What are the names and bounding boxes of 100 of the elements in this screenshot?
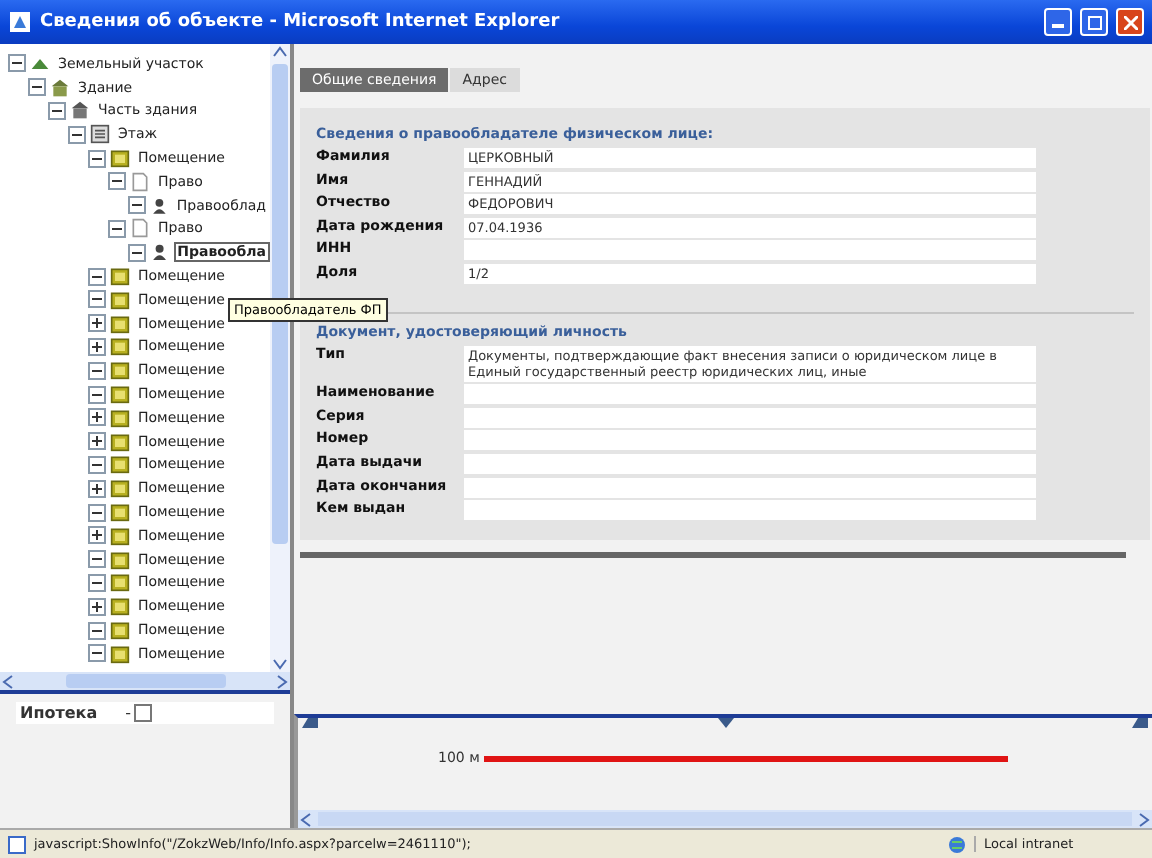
minus-icon [112,176,122,187]
window-title: Сведения об объекте - Microsoft Internet Explorer [40,12,562,32]
minus-icon [92,294,102,305]
collapse-toggle[interactable] [8,54,26,73]
collapse-toggle[interactable] [88,385,106,404]
folder-icon [110,384,130,405]
close-icon [1123,15,1137,29]
folder-icon [110,525,130,546]
scrollbar-thumb[interactable] [318,812,1132,826]
folder-icon [110,620,130,641]
scroll-up-icon[interactable] [272,44,288,60]
collapse-toggle[interactable] [88,361,106,380]
person-icon [150,242,170,263]
minus-icon [12,58,22,69]
collapse-toggle[interactable] [88,550,106,569]
maximize-button[interactable] [1080,8,1108,36]
minus-icon [92,389,102,400]
minus-icon [92,271,102,282]
minus-icon [92,459,102,470]
plus-icon [92,530,102,541]
collapse-toggle[interactable] [88,290,106,309]
minus-icon [92,625,102,636]
minus-icon [92,365,102,376]
plus-icon [92,341,102,352]
folder-icon [110,360,130,381]
layer-toggle[interactable]: - [125,704,151,722]
minus-icon [132,247,142,258]
triangle-marker-icon[interactable] [302,718,318,728]
plus-icon [92,483,102,494]
expand-toggle[interactable] [88,337,106,356]
horizontal-scrollbar[interactable] [0,672,290,690]
collapse-toggle[interactable] [108,172,126,191]
collapse-toggle[interactable] [68,125,86,144]
minimize-button[interactable] [1044,8,1072,36]
collapse-toggle[interactable] [88,573,106,592]
minus-icon [52,105,62,116]
collapse-toggle[interactable] [48,101,66,120]
minus-icon [92,507,102,518]
folder-icon [110,596,130,617]
collapse-toggle[interactable] [88,503,106,522]
minus-icon [92,577,102,588]
scroll-left-icon[interactable] [0,673,16,689]
folder-icon [110,643,130,664]
layer-checkbox[interactable] [133,704,151,722]
folder-icon [110,336,130,357]
maximize-icon [1087,15,1101,29]
layer-label: Ипотека [20,704,98,722]
triangle-marker-icon[interactable] [1132,718,1148,728]
minus-icon [72,129,82,140]
expand-toggle[interactable] [88,479,106,498]
minus-icon [92,648,102,659]
collapse-toggle[interactable] [88,455,106,474]
expand-toggle[interactable] [88,408,106,427]
minus-icon [32,82,42,93]
folder-icon [110,502,130,523]
collapse-toggle[interactable] [88,149,106,168]
expand-toggle[interactable] [88,432,106,451]
plus-icon [92,601,102,612]
folder-icon [110,266,130,287]
collapse-toggle[interactable] [28,78,46,97]
folder-icon [110,549,130,570]
triangle-marker-icon[interactable] [717,718,733,728]
plus-icon [92,318,102,329]
collapse-toggle[interactable] [128,243,146,262]
plus-icon [92,436,102,447]
page-icon [8,835,26,853]
folder-icon [110,431,130,452]
collapse-toggle[interactable] [108,219,126,238]
folder-icon [110,148,130,169]
scroll-down-icon[interactable] [272,656,288,672]
collapse-toggle[interactable] [88,267,106,286]
minus-icon [92,554,102,565]
scroll-right-icon[interactable] [274,673,290,689]
browser-page-icon [8,10,32,34]
expand-toggle[interactable] [88,314,106,333]
collapse-toggle[interactable] [88,644,106,663]
scroll-left-icon[interactable] [298,811,314,827]
minus-icon [112,223,122,234]
folder-icon [110,454,130,475]
folder-icon [110,478,130,499]
close-button[interactable] [1116,8,1144,36]
collapse-toggle[interactable] [128,196,146,215]
globe-icon [948,835,966,853]
expand-toggle[interactable] [88,526,106,545]
minus-icon [92,153,102,164]
collapse-toggle[interactable] [88,621,106,640]
document-icon [130,218,150,239]
person-icon [150,195,169,216]
list-icon [90,124,110,145]
scrollbar-thumb[interactable] [65,674,225,688]
plus-icon [92,412,102,423]
horizontal-scrollbar[interactable] [298,810,1152,828]
folder-icon [110,289,130,310]
folder-icon [110,313,130,334]
folder-icon [110,407,130,428]
document-icon [130,171,150,192]
expand-toggle[interactable] [88,597,106,616]
scroll-right-icon[interactable] [1136,811,1152,827]
minus-icon [132,200,142,211]
folder-icon [110,572,130,593]
